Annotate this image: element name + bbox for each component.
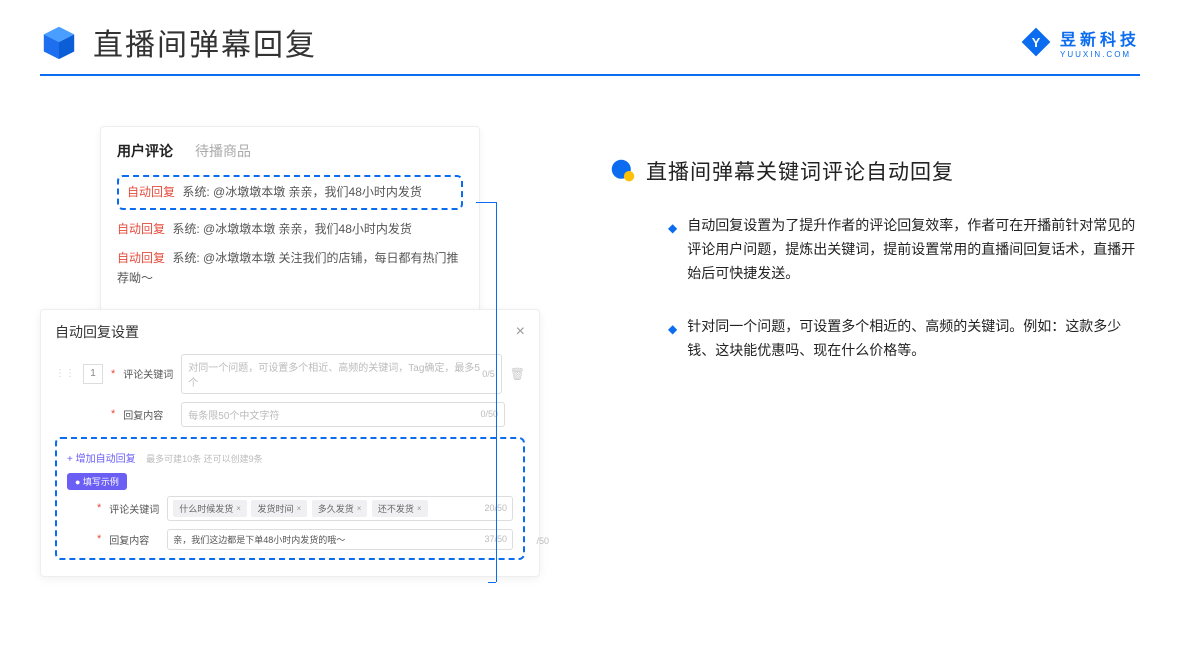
bullet-icon: ◆ [668, 218, 677, 285]
keyword-tag: 什么时候发货× [173, 500, 247, 517]
keyword-input[interactable]: 对同一个问题，可设置多个相近、高频的关键词，Tag确定，最多5个 0/5 [181, 354, 501, 394]
section-title: 直播间弹幕关键词评论自动回复 [646, 156, 954, 186]
auto-reply-settings-panel: 自动回复设置 × ⋮⋮ 1 * 评论关键词 对同一个问题，可设置多个相近、高频的… [40, 309, 540, 577]
content-label: 回复内容 [123, 407, 173, 422]
comment-row: 自动回复 系统: @冰墩墩本墩 亲亲，我们48小时内发货 [117, 220, 463, 239]
required-marker: * [97, 533, 101, 545]
logo-text: 昱新科技 [1060, 26, 1140, 50]
example-keyword-counter: 20/50 [484, 503, 507, 513]
svg-text:Y: Y [1032, 35, 1041, 50]
cube-icon [40, 23, 78, 61]
content-counter: 0/50 [480, 409, 498, 419]
content-input[interactable]: 每条限50个中文字符 0/50 [181, 402, 505, 427]
keyword-tag: 多久发货× [312, 500, 368, 517]
add-hint: 最多可建10条 还可以创建9条 [146, 454, 263, 464]
required-marker: * [97, 502, 101, 514]
bullet-icon: ◆ [668, 319, 677, 363]
example-content-label: 回复内容 [109, 532, 159, 547]
bullet-item: ◆ 针对同一个问题，可设置多个相近的、高频的关键词。例如：这款多少钱、这块能优惠… [610, 315, 1140, 363]
comment-text: 系统: @冰墩墩本墩 亲亲，我们48小时内发货 [182, 185, 422, 199]
keyword-tag: 还不发货× [372, 500, 428, 517]
logo-icon: Y [1020, 26, 1052, 58]
close-icon[interactable]: × [516, 323, 525, 341]
content-row: * 回复内容 每条限50个中文字符 0/50 [55, 402, 525, 427]
comment-panel: 用户评论 待播商品 自动回复 系统: @冰墩墩本墩 亲亲，我们48小时内发货 自… [100, 126, 480, 339]
extra-counter: /50 [536, 536, 549, 546]
example-content-input[interactable]: 亲，我们这边都是下单48小时内发货的哦～ 37/50 [167, 529, 513, 550]
delete-icon[interactable]: 🗑 [510, 367, 525, 381]
comment-text: 系统: @冰墩墩本墩 关注我们的店铺，每日都有热门推荐呦～ [117, 251, 459, 284]
example-keyword-input[interactable]: 什么时候发货× 发货时间× 多久发货× 还不发货× 20/50 [167, 496, 513, 521]
example-keyword-label: 评论关键词 [109, 501, 159, 516]
chat-bubble-icon [610, 158, 636, 184]
tab-pending-products[interactable]: 待播商品 [195, 141, 251, 161]
keyword-row: ⋮⋮ 1 * 评论关键词 对同一个问题，可设置多个相近、高频的关键词，Tag确定… [55, 354, 525, 394]
keyword-counter: 0/5 [482, 369, 495, 379]
logo-subtext: YUUXIN.COM [1060, 50, 1140, 59]
comment-row: 自动回复 系统: @冰墩墩本墩 关注我们的店铺，每日都有热门推荐呦～ [117, 249, 463, 287]
tab-user-comments[interactable]: 用户评论 [117, 141, 173, 161]
keyword-tag: 发货时间× [251, 500, 307, 517]
bullet-text: 自动回复设置为了提升作者的评论回复效率，作者可在开播前针对常见的评论用户问题，提… [687, 214, 1140, 285]
required-marker: * [111, 368, 115, 380]
bullet-item: ◆ 自动回复设置为了提升作者的评论回复效率，作者可在开播前针对常见的评论用户问题… [610, 214, 1140, 285]
example-badge: ● 填写示例 [67, 473, 127, 490]
highlighted-comment: 自动回复 系统: @冰墩墩本墩 亲亲，我们48小时内发货 [117, 175, 463, 210]
example-block: + 增加自动回复 最多可建10条 还可以创建9条 ● 填写示例 * 评论关键词 … [55, 437, 525, 560]
example-content-counter: 37/50 [484, 534, 507, 544]
auto-reply-tag: 自动回复 [117, 222, 165, 236]
brand-logo: Y 昱新科技 YUUXIN.COM [1020, 26, 1140, 59]
keyword-label: 评论关键词 [123, 366, 173, 381]
order-number: 1 [83, 364, 103, 384]
auto-reply-tag: 自动回复 [117, 251, 165, 265]
auto-reply-tag: 自动回复 [127, 185, 175, 199]
drag-handle-icon[interactable]: ⋮⋮ [55, 368, 75, 379]
page-title: 直播间弹幕回复 [93, 20, 317, 64]
add-auto-reply-link[interactable]: + 增加自动回复 [67, 454, 136, 465]
settings-title: 自动回复设置 [55, 322, 139, 342]
bullet-text: 针对同一个问题，可设置多个相近的、高频的关键词。例如：这款多少钱、这块能优惠吗、… [687, 315, 1140, 363]
required-marker: * [111, 408, 115, 420]
comment-text: 系统: @冰墩墩本墩 亲亲，我们48小时内发货 [172, 222, 412, 236]
